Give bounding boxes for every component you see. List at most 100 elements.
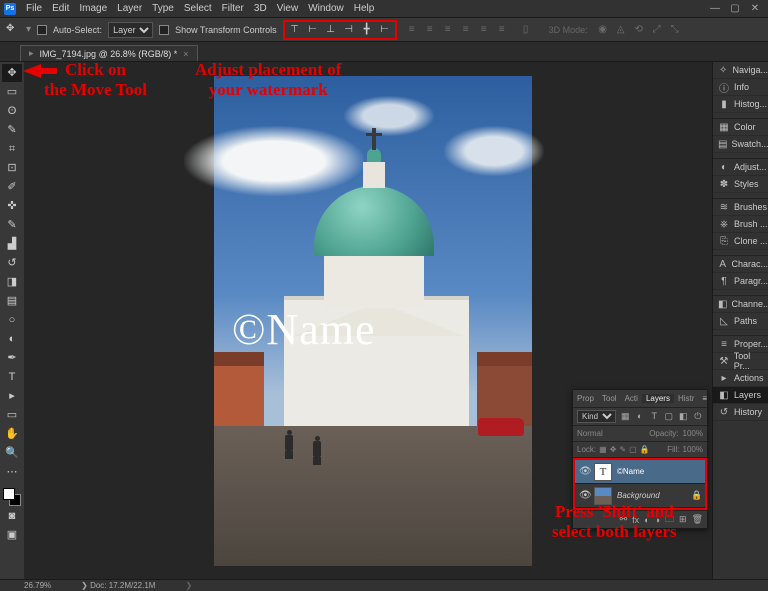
align-top-button[interactable]: ⊤ (287, 22, 303, 38)
layer-name[interactable]: Background (617, 491, 686, 500)
stamp-tool[interactable]: ▟ (2, 235, 22, 253)
eraser-tool[interactable]: ◨ (2, 273, 22, 291)
tab-actions[interactable]: Acti (621, 394, 642, 403)
panel-brushes[interactable]: ≋Brushes (713, 199, 768, 216)
auto-select-checkbox[interactable] (37, 25, 47, 35)
lock-pixels-icon[interactable]: ✎ (619, 445, 626, 454)
tab-properties[interactable]: Prop (573, 394, 598, 403)
minimize-button[interactable]: — (708, 2, 722, 16)
align-vcenter-button[interactable]: ⊢ (305, 22, 321, 38)
distribute-1[interactable]: ≡ (404, 22, 420, 38)
menu-file[interactable]: File (26, 3, 42, 14)
panel-menu-icon[interactable]: ≡ (698, 394, 711, 403)
blend-mode-dropdown[interactable]: Normal (577, 429, 603, 438)
fill-value[interactable]: 100% (683, 445, 703, 454)
panel-brush[interactable]: ⎈Brush ... (713, 216, 768, 233)
tab-close-icon[interactable]: × (183, 49, 188, 59)
lock-artboard-icon[interactable]: ▢ (629, 445, 637, 454)
path-select-tool[interactable]: ▸ (2, 387, 22, 405)
hand-tool[interactable]: ✋ (2, 425, 22, 443)
auto-select-dropdown[interactable]: Layer (108, 22, 153, 38)
panel-info[interactable]: ⓘInfo (713, 79, 768, 96)
panel-swatch[interactable]: ▤Swatch... (713, 136, 768, 153)
lasso-tool[interactable]: ʘ (2, 102, 22, 120)
panel-history[interactable]: ↺History (713, 404, 768, 421)
layer-kind-dropdown[interactable]: Kind (577, 410, 616, 423)
panel-layers[interactable]: ◧Layers (713, 387, 768, 404)
tab-layers[interactable]: Layers (642, 394, 674, 403)
align-left-button[interactable]: ⊣ (341, 22, 357, 38)
panel-charac[interactable]: ACharac... (713, 256, 768, 273)
panel-actions[interactable]: ▸Actions (713, 370, 768, 387)
lock-position-icon[interactable]: ✥ (610, 445, 617, 454)
color-swatches[interactable] (3, 488, 21, 506)
close-button[interactable]: ✕ (748, 2, 762, 16)
eyedropper-tool[interactable]: ✐ (2, 178, 22, 196)
menu-help[interactable]: Help (354, 3, 375, 14)
menu-select[interactable]: Select (184, 3, 212, 14)
delete-layer-icon[interactable]: 🗑 (692, 514, 703, 525)
type-tool[interactable]: T (2, 368, 22, 386)
new-layer-icon[interactable]: ⊞ (679, 514, 687, 525)
panel-toolpr[interactable]: ⚒Tool Pr... (713, 353, 768, 370)
zoom-tool[interactable]: 🔍 (2, 444, 22, 462)
brush-tool[interactable]: ✎ (2, 216, 22, 234)
3d-2[interactable]: ◬ (613, 22, 629, 38)
menu-3d[interactable]: 3D (254, 3, 267, 14)
distribute-5[interactable]: ≡ (476, 22, 492, 38)
panel-channe[interactable]: ◧Channe... (713, 296, 768, 313)
marquee-tool[interactable]: ▭ (2, 83, 22, 101)
distribute-4[interactable]: ≡ (458, 22, 474, 38)
align-hcenter-button[interactable]: ╋ (359, 22, 375, 38)
panel-color[interactable]: ▦Color (713, 119, 768, 136)
visibility-icon[interactable]: 👁 (579, 490, 589, 501)
auto-align-button[interactable]: ▯ (518, 22, 534, 38)
3d-4[interactable]: ⤢ (649, 22, 665, 38)
quick-select-tool[interactable]: ✎ (2, 121, 22, 139)
maximize-button[interactable]: ▢ (728, 2, 742, 16)
filter-pixel-icon[interactable]: ▦ (620, 411, 631, 423)
menu-image[interactable]: Image (79, 3, 107, 14)
frame-tool[interactable]: ⊡ (2, 159, 22, 177)
panel-histog[interactable]: ▮Histog... (713, 96, 768, 113)
history-brush-tool[interactable]: ↺ (2, 254, 22, 272)
3d-3[interactable]: ⟲ (631, 22, 647, 38)
panel-adjust[interactable]: ◐Adjust... (713, 159, 768, 176)
document-canvas[interactable]: ©Name (214, 76, 532, 566)
filter-shape-icon[interactable]: ▢ (664, 411, 675, 423)
panel-paths[interactable]: ◺Paths (713, 313, 768, 330)
align-bottom-button[interactable]: ⊥ (323, 22, 339, 38)
pen-tool[interactable]: ✒ (2, 349, 22, 367)
tab-history[interactable]: Histr (674, 394, 698, 403)
zoom-level[interactable]: 26.79% (24, 581, 51, 590)
distribute-3[interactable]: ≡ (440, 22, 456, 38)
menu-filter[interactable]: Filter (222, 3, 244, 14)
quickmask-tool[interactable]: ◙ (2, 507, 22, 525)
heal-tool[interactable]: ✜ (2, 197, 22, 215)
distribute-6[interactable]: ≡ (494, 22, 510, 38)
document-tab[interactable]: ▸ IMG_7194.jpg @ 26.8% (RGB/8) * × (20, 45, 198, 61)
distribute-2[interactable]: ≡ (422, 22, 438, 38)
panel-clone[interactable]: ⎘Clone ... (713, 233, 768, 250)
crop-tool[interactable]: ⌗ (2, 140, 22, 158)
3d-5[interactable]: ⤡ (667, 22, 683, 38)
align-right-button[interactable]: ⊢ (377, 22, 393, 38)
show-transform-checkbox[interactable] (159, 25, 169, 35)
screenmode-tool[interactable]: ▣ (2, 526, 22, 544)
panel-naviga[interactable]: ✧Naviga... (713, 62, 768, 79)
menu-layer[interactable]: Layer (117, 3, 142, 14)
edit-toolbar[interactable]: ⋯ (2, 463, 22, 481)
opacity-value[interactable]: 100% (683, 429, 703, 438)
menu-window[interactable]: Window (308, 3, 344, 14)
lock-lock-icon[interactable]: 🔒 (640, 445, 650, 454)
shape-tool[interactable]: ▭ (2, 406, 22, 424)
lock-icon[interactable]: 🔒 (691, 490, 701, 501)
filter-toggle-icon[interactable]: ⏻ (693, 411, 704, 423)
panel-paragr[interactable]: ¶Paragr... (713, 273, 768, 290)
layer-text[interactable]: 👁 T ©Name (575, 460, 705, 484)
gradient-tool[interactable]: ▤ (2, 292, 22, 310)
menu-edit[interactable]: Edit (52, 3, 69, 14)
lock-all-icon[interactable]: ▦ (599, 445, 607, 454)
filter-adjust-icon[interactable]: ◐ (635, 411, 646, 423)
menu-type[interactable]: Type (152, 3, 174, 14)
